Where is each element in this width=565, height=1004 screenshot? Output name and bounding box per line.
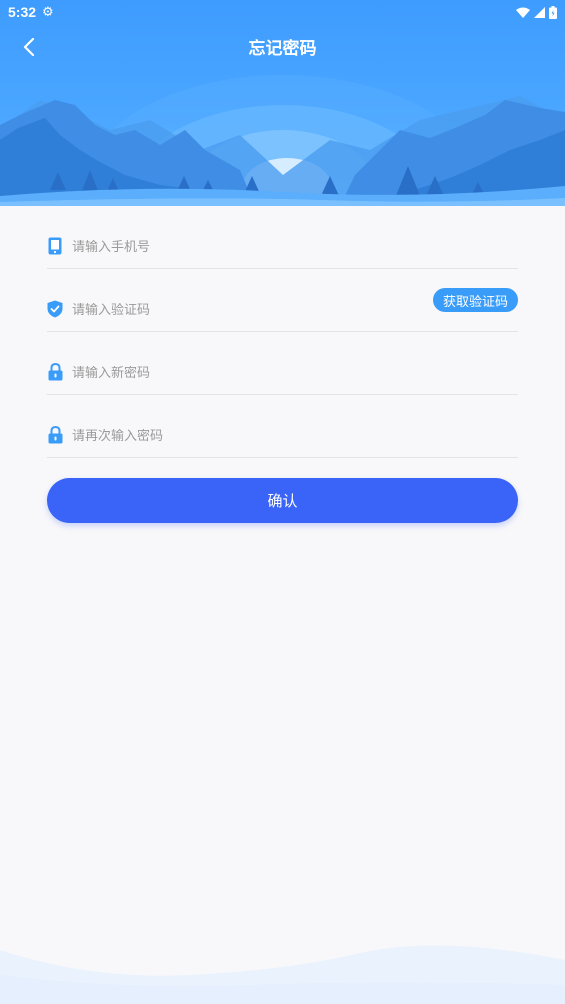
lock-icon bbox=[47, 363, 63, 381]
header-banner: 5:32 ⚙ 忘记密码 bbox=[0, 0, 565, 206]
phone-icon bbox=[47, 237, 63, 255]
new-password-row bbox=[47, 332, 518, 395]
battery-icon bbox=[549, 5, 557, 19]
confirm-button[interactable]: 确认 bbox=[47, 478, 518, 523]
phone-input[interactable] bbox=[72, 240, 518, 255]
title-bar: 忘记密码 bbox=[0, 26, 565, 66]
lock-icon bbox=[47, 426, 63, 444]
back-button[interactable] bbox=[14, 32, 44, 62]
new-password-input[interactable] bbox=[72, 366, 518, 381]
bottom-wave-decoration bbox=[0, 945, 565, 1004]
settings-gear-icon: ⚙ bbox=[42, 4, 54, 20]
status-bar: 5:32 ⚙ bbox=[0, 0, 565, 24]
signal-icon bbox=[534, 6, 545, 18]
phone-row bbox=[47, 206, 518, 269]
shield-check-icon bbox=[47, 300, 63, 318]
status-time: 5:32 bbox=[8, 4, 37, 20]
page-title: 忘记密码 bbox=[248, 38, 317, 59]
wifi-icon bbox=[516, 7, 530, 18]
back-arrow-icon bbox=[23, 38, 35, 56]
status-icons bbox=[516, 5, 557, 19]
confirm-password-input[interactable] bbox=[72, 429, 518, 444]
forgot-password-form: 获取验证码 bbox=[47, 206, 518, 458]
confirm-password-row bbox=[47, 395, 518, 458]
get-code-button[interactable]: 获取验证码 bbox=[432, 288, 518, 312]
